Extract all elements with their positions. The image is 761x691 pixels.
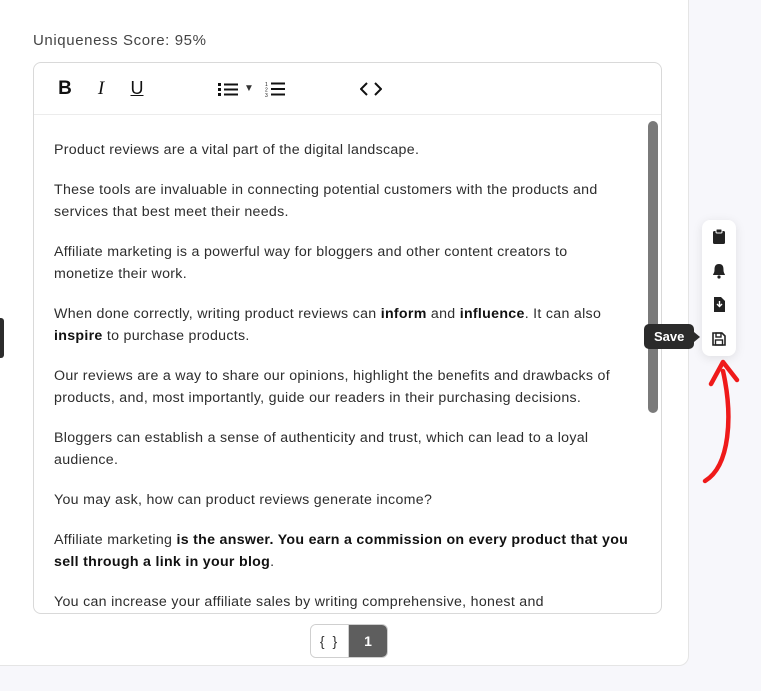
editor-toolbar: B I U ▼ 1 2 (34, 63, 661, 115)
paragraph: When done correctly, writing product rev… (54, 303, 631, 347)
paragraph: You may ask, how can product reviews gen… (54, 489, 631, 511)
save-icon[interactable] (710, 330, 728, 348)
download-icon[interactable] (710, 296, 728, 314)
pager: { } 1 (310, 624, 388, 658)
paragraph: Product reviews are a vital part of the … (54, 139, 631, 161)
editor-card: B I U ▼ 1 2 (33, 62, 662, 614)
paragraph: You can increase your affiliate sales by… (54, 591, 631, 613)
italic-button[interactable]: I (86, 74, 116, 104)
notification-icon[interactable] (710, 262, 728, 280)
clipboard-icon[interactable] (710, 228, 728, 246)
chevron-down-icon: ▼ (244, 83, 254, 94)
numbered-list-button[interactable]: 1 2 3 (260, 74, 290, 104)
annotation-arrow (695, 356, 745, 486)
bold-button[interactable]: B (50, 74, 80, 104)
paragraph: Bloggers can establish a sense of authen… (54, 427, 631, 471)
code-button[interactable] (356, 74, 386, 104)
paragraph: Our reviews are a way to share our opini… (54, 365, 631, 409)
editor-body[interactable]: Product reviews are a vital part of the … (34, 115, 661, 613)
pager-page-1[interactable]: 1 (349, 625, 387, 657)
left-handle[interactable] (0, 318, 4, 358)
paragraph: Affiliate marketing is the answer. You e… (54, 529, 631, 573)
paragraph: These tools are invaluable in connecting… (54, 179, 631, 223)
paragraph: Affiliate marketing is a powerful way fo… (54, 241, 631, 285)
svg-text:3: 3 (265, 93, 268, 97)
pager-brackets-button[interactable]: { } (311, 625, 349, 657)
bullet-list-button[interactable]: ▼ (218, 74, 254, 104)
scrollbar-thumb[interactable] (648, 121, 658, 413)
editor-body-wrap: Product reviews are a vital part of the … (34, 115, 661, 613)
main-panel: Uniqueness Score: 95% B I U ▼ 1 (0, 0, 689, 666)
side-toolbar (702, 220, 736, 356)
underline-button[interactable]: U (122, 74, 152, 104)
save-tooltip: Save (644, 324, 694, 349)
uniqueness-score: Uniqueness Score: 95% (33, 32, 207, 49)
